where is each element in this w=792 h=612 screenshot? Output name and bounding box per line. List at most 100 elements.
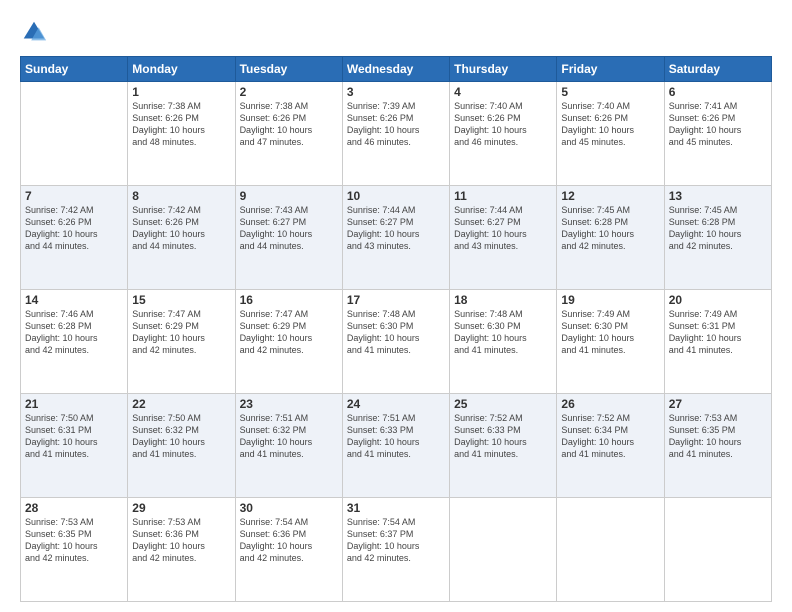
calendar-cell: 12Sunrise: 7:45 AM Sunset: 6:28 PM Dayli… xyxy=(557,186,664,290)
day-number: 1 xyxy=(132,85,230,99)
day-info: Sunrise: 7:44 AM Sunset: 6:27 PM Dayligh… xyxy=(347,204,445,253)
calendar-header-tuesday: Tuesday xyxy=(235,57,342,82)
calendar-header-thursday: Thursday xyxy=(450,57,557,82)
day-number: 13 xyxy=(669,189,767,203)
calendar-cell: 29Sunrise: 7:53 AM Sunset: 6:36 PM Dayli… xyxy=(128,498,235,602)
calendar-cell xyxy=(557,498,664,602)
day-number: 14 xyxy=(25,293,123,307)
day-info: Sunrise: 7:53 AM Sunset: 6:35 PM Dayligh… xyxy=(25,516,123,565)
day-info: Sunrise: 7:46 AM Sunset: 6:28 PM Dayligh… xyxy=(25,308,123,357)
day-number: 5 xyxy=(561,85,659,99)
calendar-cell: 28Sunrise: 7:53 AM Sunset: 6:35 PM Dayli… xyxy=(21,498,128,602)
day-number: 21 xyxy=(25,397,123,411)
day-info: Sunrise: 7:54 AM Sunset: 6:36 PM Dayligh… xyxy=(240,516,338,565)
calendar-header-saturday: Saturday xyxy=(664,57,771,82)
calendar-cell: 25Sunrise: 7:52 AM Sunset: 6:33 PM Dayli… xyxy=(450,394,557,498)
calendar-week-row: 28Sunrise: 7:53 AM Sunset: 6:35 PM Dayli… xyxy=(21,498,772,602)
calendar-cell: 27Sunrise: 7:53 AM Sunset: 6:35 PM Dayli… xyxy=(664,394,771,498)
day-number: 6 xyxy=(669,85,767,99)
day-info: Sunrise: 7:48 AM Sunset: 6:30 PM Dayligh… xyxy=(454,308,552,357)
day-info: Sunrise: 7:51 AM Sunset: 6:33 PM Dayligh… xyxy=(347,412,445,461)
day-info: Sunrise: 7:41 AM Sunset: 6:26 PM Dayligh… xyxy=(669,100,767,149)
calendar-cell: 10Sunrise: 7:44 AM Sunset: 6:27 PM Dayli… xyxy=(342,186,449,290)
calendar-cell: 22Sunrise: 7:50 AM Sunset: 6:32 PM Dayli… xyxy=(128,394,235,498)
calendar-cell: 20Sunrise: 7:49 AM Sunset: 6:31 PM Dayli… xyxy=(664,290,771,394)
day-number: 15 xyxy=(132,293,230,307)
calendar-cell: 24Sunrise: 7:51 AM Sunset: 6:33 PM Dayli… xyxy=(342,394,449,498)
day-number: 7 xyxy=(25,189,123,203)
day-info: Sunrise: 7:54 AM Sunset: 6:37 PM Dayligh… xyxy=(347,516,445,565)
calendar-cell: 19Sunrise: 7:49 AM Sunset: 6:30 PM Dayli… xyxy=(557,290,664,394)
day-number: 24 xyxy=(347,397,445,411)
day-info: Sunrise: 7:38 AM Sunset: 6:26 PM Dayligh… xyxy=(132,100,230,149)
day-info: Sunrise: 7:53 AM Sunset: 6:35 PM Dayligh… xyxy=(669,412,767,461)
day-number: 17 xyxy=(347,293,445,307)
day-number: 28 xyxy=(25,501,123,515)
day-number: 26 xyxy=(561,397,659,411)
day-info: Sunrise: 7:40 AM Sunset: 6:26 PM Dayligh… xyxy=(454,100,552,149)
calendar-cell: 8Sunrise: 7:42 AM Sunset: 6:26 PM Daylig… xyxy=(128,186,235,290)
calendar-cell: 26Sunrise: 7:52 AM Sunset: 6:34 PM Dayli… xyxy=(557,394,664,498)
calendar-header-wednesday: Wednesday xyxy=(342,57,449,82)
page: SundayMondayTuesdayWednesdayThursdayFrid… xyxy=(0,0,792,612)
calendar-cell: 3Sunrise: 7:39 AM Sunset: 6:26 PM Daylig… xyxy=(342,82,449,186)
day-number: 3 xyxy=(347,85,445,99)
day-info: Sunrise: 7:44 AM Sunset: 6:27 PM Dayligh… xyxy=(454,204,552,253)
day-number: 25 xyxy=(454,397,552,411)
calendar-cell: 30Sunrise: 7:54 AM Sunset: 6:36 PM Dayli… xyxy=(235,498,342,602)
day-number: 30 xyxy=(240,501,338,515)
calendar-cell: 21Sunrise: 7:50 AM Sunset: 6:31 PM Dayli… xyxy=(21,394,128,498)
day-info: Sunrise: 7:52 AM Sunset: 6:34 PM Dayligh… xyxy=(561,412,659,461)
calendar-cell: 16Sunrise: 7:47 AM Sunset: 6:29 PM Dayli… xyxy=(235,290,342,394)
calendar-header-monday: Monday xyxy=(128,57,235,82)
calendar-cell: 15Sunrise: 7:47 AM Sunset: 6:29 PM Dayli… xyxy=(128,290,235,394)
day-info: Sunrise: 7:43 AM Sunset: 6:27 PM Dayligh… xyxy=(240,204,338,253)
day-number: 8 xyxy=(132,189,230,203)
calendar-header-sunday: Sunday xyxy=(21,57,128,82)
day-info: Sunrise: 7:53 AM Sunset: 6:36 PM Dayligh… xyxy=(132,516,230,565)
day-number: 22 xyxy=(132,397,230,411)
day-number: 19 xyxy=(561,293,659,307)
calendar-cell: 9Sunrise: 7:43 AM Sunset: 6:27 PM Daylig… xyxy=(235,186,342,290)
calendar-cell: 5Sunrise: 7:40 AM Sunset: 6:26 PM Daylig… xyxy=(557,82,664,186)
day-number: 11 xyxy=(454,189,552,203)
calendar-week-row: 21Sunrise: 7:50 AM Sunset: 6:31 PM Dayli… xyxy=(21,394,772,498)
day-info: Sunrise: 7:49 AM Sunset: 6:30 PM Dayligh… xyxy=(561,308,659,357)
day-number: 4 xyxy=(454,85,552,99)
day-number: 12 xyxy=(561,189,659,203)
calendar-cell: 4Sunrise: 7:40 AM Sunset: 6:26 PM Daylig… xyxy=(450,82,557,186)
calendar-cell: 18Sunrise: 7:48 AM Sunset: 6:30 PM Dayli… xyxy=(450,290,557,394)
calendar-cell: 7Sunrise: 7:42 AM Sunset: 6:26 PM Daylig… xyxy=(21,186,128,290)
calendar-header-friday: Friday xyxy=(557,57,664,82)
day-info: Sunrise: 7:52 AM Sunset: 6:33 PM Dayligh… xyxy=(454,412,552,461)
day-info: Sunrise: 7:45 AM Sunset: 6:28 PM Dayligh… xyxy=(669,204,767,253)
day-info: Sunrise: 7:51 AM Sunset: 6:32 PM Dayligh… xyxy=(240,412,338,461)
calendar-header-row: SundayMondayTuesdayWednesdayThursdayFrid… xyxy=(21,57,772,82)
day-info: Sunrise: 7:42 AM Sunset: 6:26 PM Dayligh… xyxy=(132,204,230,253)
calendar-week-row: 1Sunrise: 7:38 AM Sunset: 6:26 PM Daylig… xyxy=(21,82,772,186)
day-info: Sunrise: 7:49 AM Sunset: 6:31 PM Dayligh… xyxy=(669,308,767,357)
calendar-cell: 17Sunrise: 7:48 AM Sunset: 6:30 PM Dayli… xyxy=(342,290,449,394)
day-number: 18 xyxy=(454,293,552,307)
day-info: Sunrise: 7:45 AM Sunset: 6:28 PM Dayligh… xyxy=(561,204,659,253)
calendar-cell: 1Sunrise: 7:38 AM Sunset: 6:26 PM Daylig… xyxy=(128,82,235,186)
calendar-cell: 31Sunrise: 7:54 AM Sunset: 6:37 PM Dayli… xyxy=(342,498,449,602)
day-number: 29 xyxy=(132,501,230,515)
logo-icon xyxy=(20,18,48,46)
day-number: 20 xyxy=(669,293,767,307)
day-number: 23 xyxy=(240,397,338,411)
calendar-cell: 13Sunrise: 7:45 AM Sunset: 6:28 PM Dayli… xyxy=(664,186,771,290)
calendar-cell xyxy=(450,498,557,602)
calendar-table: SundayMondayTuesdayWednesdayThursdayFrid… xyxy=(20,56,772,602)
day-info: Sunrise: 7:50 AM Sunset: 6:31 PM Dayligh… xyxy=(25,412,123,461)
day-info: Sunrise: 7:47 AM Sunset: 6:29 PM Dayligh… xyxy=(132,308,230,357)
day-number: 16 xyxy=(240,293,338,307)
day-number: 27 xyxy=(669,397,767,411)
logo xyxy=(20,18,52,46)
calendar-cell: 11Sunrise: 7:44 AM Sunset: 6:27 PM Dayli… xyxy=(450,186,557,290)
header xyxy=(20,18,772,46)
calendar-week-row: 7 Sunrise: 7:42 AM Sunset: 6:26 PM Daylig… xyxy=(21,186,772,290)
calendar-cell xyxy=(664,498,771,602)
day-info: Sunrise: 7:38 AM Sunset: 6:26 PM Dayligh… xyxy=(240,100,338,149)
calendar-cell: 14Sunrise: 7:46 AM Sunset: 6:28 PM Dayli… xyxy=(21,290,128,394)
